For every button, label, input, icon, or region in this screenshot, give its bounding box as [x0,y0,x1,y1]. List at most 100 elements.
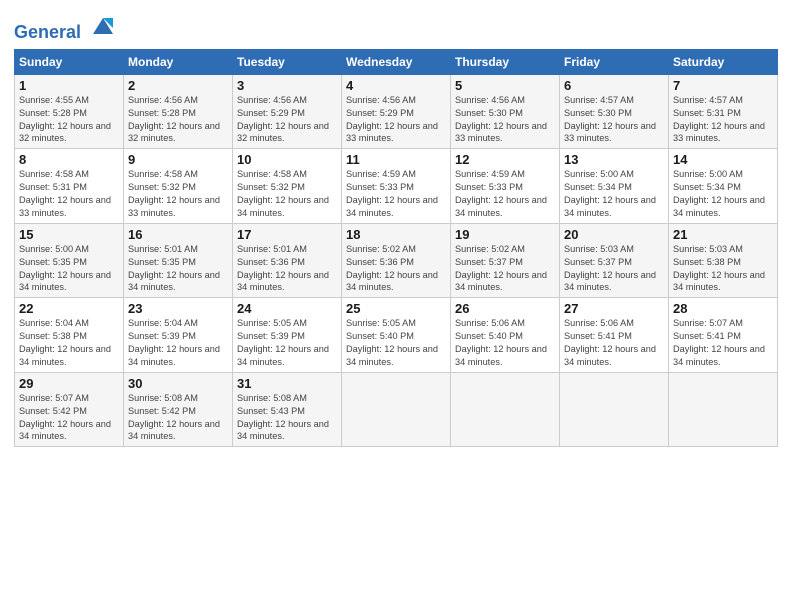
calendar-cell [342,372,451,447]
calendar-cell: 28 Sunrise: 5:07 AMSunset: 5:41 PMDaylig… [669,298,778,373]
calendar-week-4: 29 Sunrise: 5:07 AMSunset: 5:42 PMDaylig… [15,372,778,447]
day-number: 21 [673,227,773,242]
day-info: Sunrise: 5:06 AMSunset: 5:40 PMDaylight:… [455,318,547,367]
day-number: 9 [128,152,228,167]
day-info: Sunrise: 5:07 AMSunset: 5:42 PMDaylight:… [19,393,111,442]
day-number: 19 [455,227,555,242]
day-info: Sunrise: 5:01 AMSunset: 5:36 PMDaylight:… [237,244,329,293]
calendar-cell: 8 Sunrise: 4:58 AMSunset: 5:31 PMDayligh… [15,149,124,224]
header: General [14,10,778,43]
calendar-week-0: 1 Sunrise: 4:55 AMSunset: 5:28 PMDayligh… [15,74,778,149]
day-info: Sunrise: 4:59 AMSunset: 5:33 PMDaylight:… [455,169,547,218]
day-info: Sunrise: 4:56 AMSunset: 5:30 PMDaylight:… [455,95,547,144]
day-info: Sunrise: 5:04 AMSunset: 5:38 PMDaylight:… [19,318,111,367]
calendar-cell: 11 Sunrise: 4:59 AMSunset: 5:33 PMDaylig… [342,149,451,224]
dow-sunday: Sunday [15,49,124,74]
logo-icon [89,14,117,38]
calendar-cell: 5 Sunrise: 4:56 AMSunset: 5:30 PMDayligh… [451,74,560,149]
day-info: Sunrise: 5:03 AMSunset: 5:38 PMDaylight:… [673,244,765,293]
day-info: Sunrise: 4:59 AMSunset: 5:33 PMDaylight:… [346,169,438,218]
calendar-cell: 25 Sunrise: 5:05 AMSunset: 5:40 PMDaylig… [342,298,451,373]
day-info: Sunrise: 5:08 AMSunset: 5:43 PMDaylight:… [237,393,329,442]
calendar-cell: 24 Sunrise: 5:05 AMSunset: 5:39 PMDaylig… [233,298,342,373]
calendar-cell: 7 Sunrise: 4:57 AMSunset: 5:31 PMDayligh… [669,74,778,149]
calendar-cell: 26 Sunrise: 5:06 AMSunset: 5:40 PMDaylig… [451,298,560,373]
day-info: Sunrise: 5:01 AMSunset: 5:35 PMDaylight:… [128,244,220,293]
day-info: Sunrise: 4:56 AMSunset: 5:29 PMDaylight:… [237,95,329,144]
day-number: 5 [455,78,555,93]
calendar-week-1: 8 Sunrise: 4:58 AMSunset: 5:31 PMDayligh… [15,149,778,224]
day-number: 24 [237,301,337,316]
calendar-week-2: 15 Sunrise: 5:00 AMSunset: 5:35 PMDaylig… [15,223,778,298]
calendar-cell [560,372,669,447]
calendar-cell: 12 Sunrise: 4:59 AMSunset: 5:33 PMDaylig… [451,149,560,224]
calendar-table: SundayMondayTuesdayWednesdayThursdayFrid… [14,49,778,448]
day-number: 22 [19,301,119,316]
calendar-cell: 30 Sunrise: 5:08 AMSunset: 5:42 PMDaylig… [124,372,233,447]
calendar-cell: 14 Sunrise: 5:00 AMSunset: 5:34 PMDaylig… [669,149,778,224]
day-info: Sunrise: 5:07 AMSunset: 5:41 PMDaylight:… [673,318,765,367]
day-number: 14 [673,152,773,167]
calendar-cell: 10 Sunrise: 4:58 AMSunset: 5:32 PMDaylig… [233,149,342,224]
calendar-cell: 31 Sunrise: 5:08 AMSunset: 5:43 PMDaylig… [233,372,342,447]
day-info: Sunrise: 5:00 AMSunset: 5:34 PMDaylight:… [673,169,765,218]
calendar-cell: 9 Sunrise: 4:58 AMSunset: 5:32 PMDayligh… [124,149,233,224]
day-info: Sunrise: 5:04 AMSunset: 5:39 PMDaylight:… [128,318,220,367]
day-info: Sunrise: 4:58 AMSunset: 5:32 PMDaylight:… [128,169,220,218]
day-info: Sunrise: 5:00 AMSunset: 5:35 PMDaylight:… [19,244,111,293]
day-number: 20 [564,227,664,242]
day-number: 13 [564,152,664,167]
dow-thursday: Thursday [451,49,560,74]
day-number: 12 [455,152,555,167]
logo: General [14,14,117,43]
day-number: 2 [128,78,228,93]
day-info: Sunrise: 5:03 AMSunset: 5:37 PMDaylight:… [564,244,656,293]
day-number: 29 [19,376,119,391]
calendar-cell: 13 Sunrise: 5:00 AMSunset: 5:34 PMDaylig… [560,149,669,224]
day-number: 11 [346,152,446,167]
calendar-cell: 21 Sunrise: 5:03 AMSunset: 5:38 PMDaylig… [669,223,778,298]
calendar-cell: 27 Sunrise: 5:06 AMSunset: 5:41 PMDaylig… [560,298,669,373]
calendar-cell: 2 Sunrise: 4:56 AMSunset: 5:28 PMDayligh… [124,74,233,149]
day-number: 1 [19,78,119,93]
calendar-week-3: 22 Sunrise: 5:04 AMSunset: 5:38 PMDaylig… [15,298,778,373]
day-number: 10 [237,152,337,167]
calendar-cell: 15 Sunrise: 5:00 AMSunset: 5:35 PMDaylig… [15,223,124,298]
calendar-cell: 22 Sunrise: 5:04 AMSunset: 5:38 PMDaylig… [15,298,124,373]
dow-saturday: Saturday [669,49,778,74]
day-info: Sunrise: 5:02 AMSunset: 5:37 PMDaylight:… [455,244,547,293]
calendar-cell: 4 Sunrise: 4:56 AMSunset: 5:29 PMDayligh… [342,74,451,149]
day-info: Sunrise: 4:57 AMSunset: 5:31 PMDaylight:… [673,95,765,144]
day-number: 8 [19,152,119,167]
calendar-cell: 19 Sunrise: 5:02 AMSunset: 5:37 PMDaylig… [451,223,560,298]
dow-monday: Monday [124,49,233,74]
calendar-cell [669,372,778,447]
day-of-week-header: SundayMondayTuesdayWednesdayThursdayFrid… [15,49,778,74]
day-number: 23 [128,301,228,316]
calendar-body: 1 Sunrise: 4:55 AMSunset: 5:28 PMDayligh… [15,74,778,447]
day-number: 26 [455,301,555,316]
calendar-cell: 3 Sunrise: 4:56 AMSunset: 5:29 PMDayligh… [233,74,342,149]
day-info: Sunrise: 4:58 AMSunset: 5:32 PMDaylight:… [237,169,329,218]
page-container: General SundayMondayTuesdayWednesdayThur… [0,0,792,457]
calendar-cell: 17 Sunrise: 5:01 AMSunset: 5:36 PMDaylig… [233,223,342,298]
calendar-cell: 29 Sunrise: 5:07 AMSunset: 5:42 PMDaylig… [15,372,124,447]
day-number: 30 [128,376,228,391]
calendar-cell: 23 Sunrise: 5:04 AMSunset: 5:39 PMDaylig… [124,298,233,373]
day-number: 17 [237,227,337,242]
day-info: Sunrise: 4:58 AMSunset: 5:31 PMDaylight:… [19,169,111,218]
day-info: Sunrise: 4:56 AMSunset: 5:28 PMDaylight:… [128,95,220,144]
day-number: 7 [673,78,773,93]
day-number: 15 [19,227,119,242]
day-info: Sunrise: 5:05 AMSunset: 5:39 PMDaylight:… [237,318,329,367]
calendar-cell [451,372,560,447]
day-info: Sunrise: 5:08 AMSunset: 5:42 PMDaylight:… [128,393,220,442]
day-info: Sunrise: 5:02 AMSunset: 5:36 PMDaylight:… [346,244,438,293]
day-info: Sunrise: 4:56 AMSunset: 5:29 PMDaylight:… [346,95,438,144]
day-info: Sunrise: 5:00 AMSunset: 5:34 PMDaylight:… [564,169,656,218]
day-number: 3 [237,78,337,93]
calendar-cell: 18 Sunrise: 5:02 AMSunset: 5:36 PMDaylig… [342,223,451,298]
calendar-cell: 1 Sunrise: 4:55 AMSunset: 5:28 PMDayligh… [15,74,124,149]
day-number: 18 [346,227,446,242]
dow-tuesday: Tuesday [233,49,342,74]
